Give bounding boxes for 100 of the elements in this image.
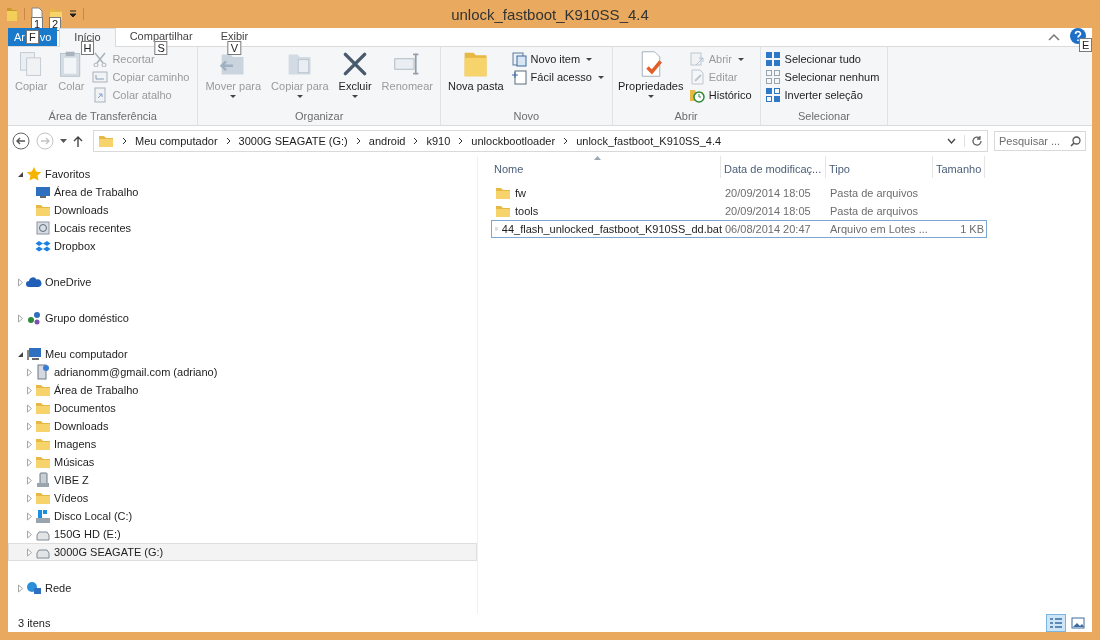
group-label: Abrir	[673, 109, 699, 124]
chevron-up-icon[interactable]	[1048, 33, 1060, 41]
breadcrumb[interactable]: Meu computador	[135, 135, 218, 147]
status-text: 3 itens	[18, 617, 51, 629]
refresh-icon[interactable]	[964, 135, 983, 147]
file-row[interactable]: tools 20/09/2014 18:05 Pasta de arquivos	[491, 202, 987, 220]
cloud-icon	[26, 274, 42, 290]
ribbon-button[interactable]: Excluir	[335, 49, 375, 99]
chevron-icon	[458, 137, 464, 145]
tree-item[interactable]: 150G HD (E:)	[8, 525, 477, 543]
file-name: tools	[515, 205, 539, 217]
new-item-icon	[510, 51, 527, 67]
back-icon[interactable]	[12, 132, 30, 150]
chevron-icon	[355, 137, 361, 145]
chevron-icon	[225, 137, 231, 145]
chevron-icon	[413, 137, 419, 145]
folder-icon	[495, 203, 511, 219]
tree-item[interactable]: VIBE Z	[8, 471, 477, 489]
breadcrumb[interactable]: android	[368, 135, 406, 147]
expanded-arrow-icon[interactable]	[17, 350, 24, 358]
tree-item[interactable]: OneDrive	[8, 273, 477, 291]
column-header[interactable]: Nome	[491, 156, 721, 178]
keytip: E	[1079, 38, 1093, 52]
type-cell-text: Pasta de arquivos	[829, 187, 920, 199]
edit-icon	[688, 69, 705, 85]
tree-item[interactable]: Locais recentes	[8, 219, 477, 237]
scissors-icon	[92, 51, 109, 67]
keytip: F	[26, 30, 39, 44]
ribbon-button[interactable]: Inverter seleção	[764, 87, 884, 103]
folder-icon	[35, 202, 51, 218]
tree-item[interactable]: Favoritos	[8, 165, 477, 183]
column-header[interactable]: Tipo	[826, 156, 933, 178]
file-name: fw	[515, 187, 526, 199]
tree-item[interactable]: Dropbox	[8, 237, 477, 255]
tree-item[interactable]: Músicas	[8, 453, 477, 471]
column-header[interactable]: Data de modificaç...	[721, 156, 826, 178]
breadcrumb[interactable]: 3000G SEAGATE (G:)	[238, 135, 348, 147]
search-field[interactable]: Pesquisar ...	[994, 131, 1086, 151]
ribbon-button[interactable]: Selecionar nenhum	[764, 69, 884, 85]
collapsed-arrow-icon[interactable]	[17, 583, 24, 593]
breadcrumb[interactable]: unlockbootloader	[471, 135, 556, 147]
type-cell-text: Pasta de arquivos	[829, 205, 920, 217]
file-row[interactable]: 44_flash_unlocked_fastboot_K910SS_dd.bat 06/08/2014 20:47 Arquivo em Lotes ... 1 KB	[491, 220, 987, 238]
tree-item[interactable]: Área de Trabalho	[8, 381, 477, 399]
file-name: 44_flash_unlocked_fastboot_K910SS_dd.bat	[501, 223, 722, 235]
grid-icon	[764, 69, 781, 85]
tree-item[interactable]: Imagens	[8, 435, 477, 453]
tree-item[interactable]: adrianomm@gmail.com (adriano)	[8, 363, 477, 381]
picture-icon	[1071, 617, 1085, 629]
column-header[interactable]: Tamanho	[933, 156, 985, 178]
file-tab[interactable]: Ar F vo	[8, 28, 58, 46]
tree-item[interactable]: Documentos	[8, 399, 477, 417]
ribbon-button[interactable]: Propriedades	[616, 49, 685, 99]
tree-item[interactable]: Área de Trabalho	[8, 183, 477, 201]
breadcrumb[interactable]: k910	[426, 135, 451, 147]
group-label: Área de Transferência	[47, 109, 158, 124]
ribbon-button[interactable]: Histórico	[688, 87, 756, 103]
folder-icon	[35, 490, 51, 506]
folder-icon	[35, 436, 51, 452]
monitor-icon	[35, 184, 51, 200]
tree-item[interactable]: Disco Local (C:)	[8, 507, 477, 525]
path-icon	[92, 69, 109, 85]
expanded-arrow-icon[interactable]	[17, 170, 24, 178]
tree-item[interactable]: Downloads	[8, 417, 477, 435]
folder-icon	[35, 382, 51, 398]
caret-icon[interactable]	[69, 10, 77, 18]
chevron-icon	[122, 137, 127, 145]
keytip: S	[154, 41, 168, 55]
file-row[interactable]: fw 20/09/2014 18:05 Pasta de arquivos	[491, 184, 987, 202]
tree-item[interactable]: 3000G SEAGATE (G:)	[8, 543, 477, 561]
folder-icon[interactable]	[6, 6, 18, 22]
collapsed-arrow-icon[interactable]	[17, 277, 24, 287]
up-arrow-icon[interactable]	[73, 135, 83, 147]
ribbon-button[interactable]: Nova pasta	[444, 49, 507, 93]
chevron-down-icon[interactable]	[947, 138, 956, 144]
clock-icon	[35, 220, 51, 236]
grid-icon	[764, 51, 781, 67]
shortcut-icon	[92, 87, 109, 103]
window-title: unlock_fastboot_K910SS_4.4	[451, 5, 649, 23]
network-icon	[26, 580, 42, 596]
view-button[interactable]	[1046, 614, 1066, 632]
date-cell-text: 06/08/2014 20:47	[724, 223, 812, 235]
tree-item[interactable]: Grupo doméstico	[8, 309, 477, 327]
group-label: Selecionar	[796, 109, 851, 124]
folder-icon	[98, 133, 114, 149]
ribbon-button[interactable]: Fácil acesso	[510, 69, 608, 85]
tree-item[interactable]: Rede	[8, 579, 477, 597]
caret-icon[interactable]	[60, 139, 67, 143]
ribbon-button[interactable]: Novo item	[510, 51, 608, 67]
tree-item[interactable]: Vídeos	[8, 489, 477, 507]
ribbon-button[interactable]: Selecionar tudo	[764, 51, 884, 67]
folder-icon	[35, 418, 51, 434]
drive-icon	[35, 508, 51, 524]
tree-item[interactable]: Downloads	[8, 201, 477, 219]
breadcrumb[interactable]: unlock_fastboot_K910SS_4.4	[576, 135, 722, 147]
drive-icon	[35, 364, 51, 380]
tree-item[interactable]: Meu computador	[8, 345, 477, 363]
view-button[interactable]	[1068, 614, 1088, 632]
address-field[interactable]: Meu computador 3000G SEAGATE (G:) android k910 unlockbootloader unlock_fastboot_K910SS_4.4	[93, 130, 988, 152]
collapsed-arrow-icon[interactable]	[17, 313, 24, 323]
